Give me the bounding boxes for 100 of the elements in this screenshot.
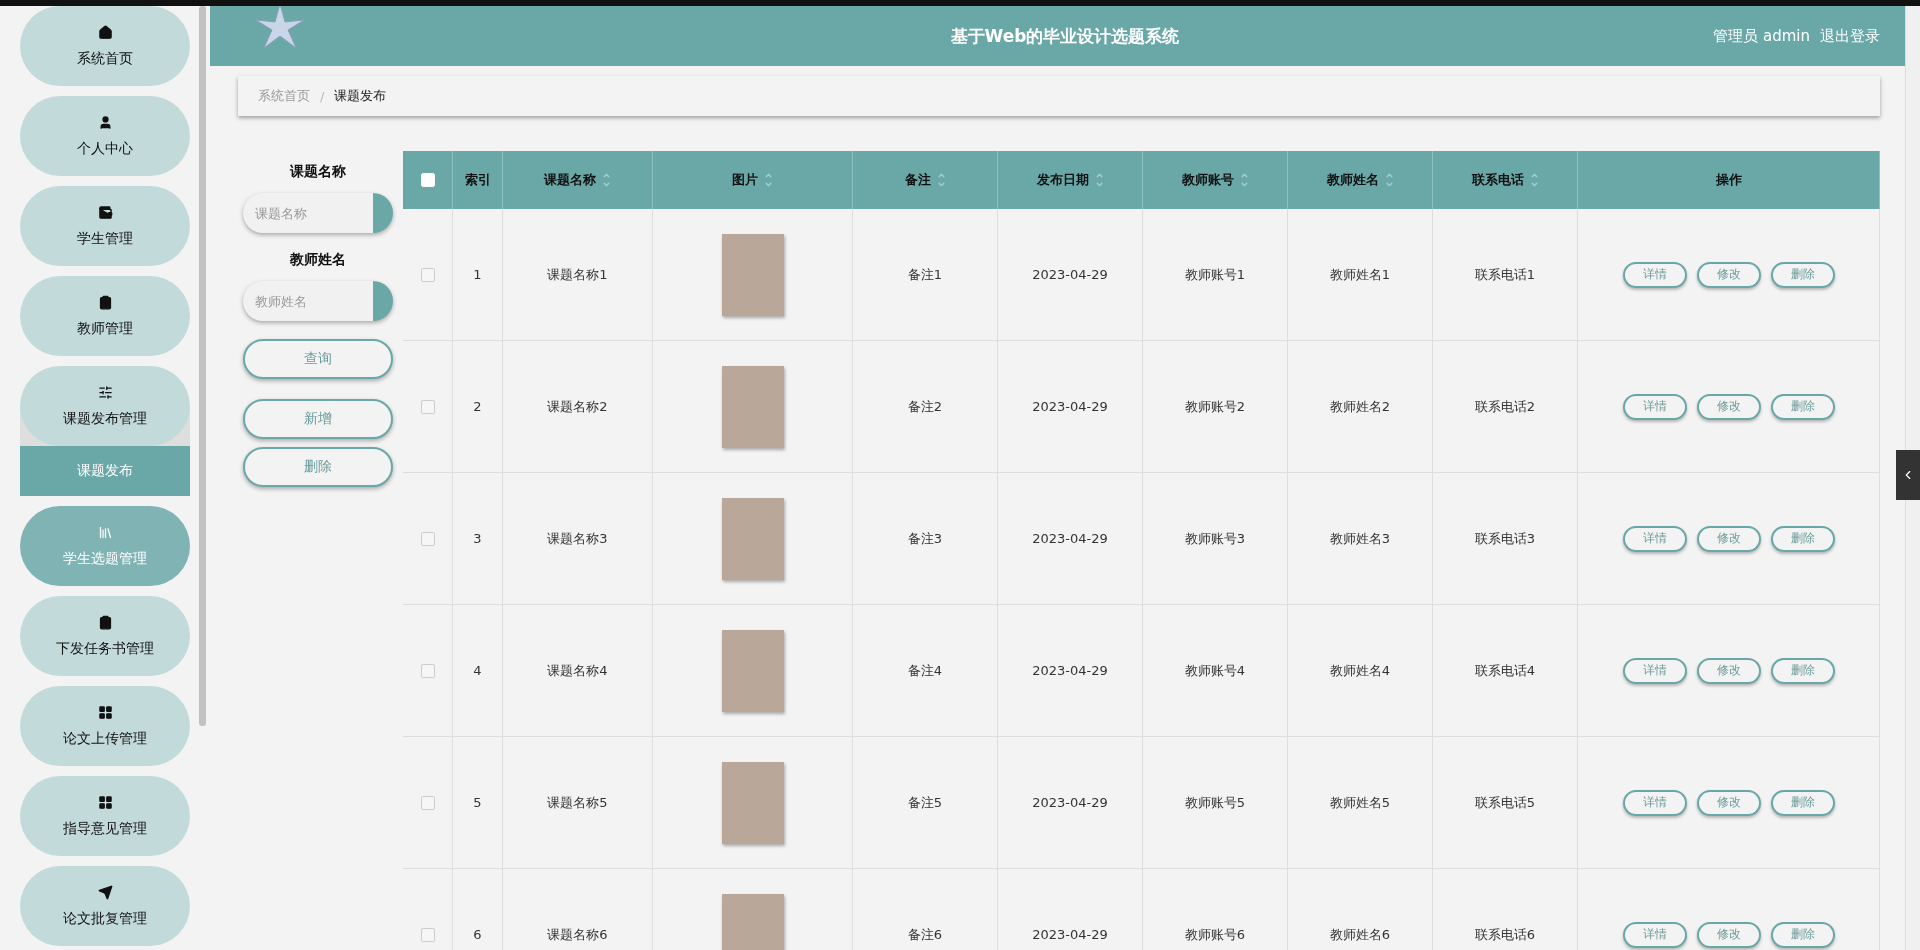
row-action-button[interactable]: 删除 [1770, 657, 1835, 684]
row-checkbox[interactable] [420, 531, 435, 546]
grid-icon [97, 704, 113, 720]
sort-icon[interactable] [1384, 171, 1394, 189]
field-label: 课题名称 [290, 163, 346, 181]
table-cell: 3 [473, 531, 482, 546]
table-cell: 联系电话1 [1474, 265, 1536, 284]
sort-icon[interactable] [936, 171, 946, 189]
app-title: 基于Web的毕业设计选题系统 [950, 24, 1180, 48]
table-cell: 2023-04-29 [1032, 663, 1108, 678]
table-cell: 备注3 [907, 529, 943, 548]
column-header[interactable]: 发布日期 [998, 151, 1143, 209]
sliders-icon [97, 384, 113, 400]
sidebar-item[interactable]: 个人中心 [20, 96, 190, 176]
row-action-button[interactable]: 详情 [1622, 921, 1687, 948]
row-action-button[interactable]: 删除 [1770, 921, 1835, 948]
column-header[interactable]: 备注 [853, 151, 998, 209]
table-cell: 教师账号1 [1184, 265, 1246, 284]
select-all-checkbox[interactable] [420, 173, 435, 187]
table-cell: 教师姓名3 [1329, 529, 1391, 548]
column-header[interactable]: 课题名称 [503, 151, 653, 209]
row-action-button[interactable]: 删除 [1770, 261, 1835, 288]
row-checkbox[interactable] [420, 663, 435, 678]
table-cell: 联系电话5 [1474, 793, 1536, 812]
row-action-button[interactable]: 详情 [1622, 525, 1687, 552]
table-cell: 课题名称6 [547, 925, 608, 944]
column-header[interactable]: 教师姓名 [1288, 151, 1433, 209]
row-action-button[interactable]: 修改 [1696, 393, 1761, 420]
table-cell: 2023-04-29 [1032, 927, 1108, 942]
row-action-button[interactable]: 修改 [1696, 789, 1761, 816]
sidebar-item[interactable]: 系统首页 [20, 6, 190, 86]
logout-link[interactable]: 退出登录 [1820, 26, 1880, 46]
form-button[interactable]: 查询 [243, 339, 393, 379]
column-header[interactable]: 联系电话 [1433, 151, 1578, 209]
table-cell: 教师账号3 [1184, 529, 1246, 548]
sidebar-item[interactable]: 下发任务书管理 [20, 596, 190, 676]
search-field[interactable]: 课题名称 [243, 193, 393, 233]
column-header: 索引 [453, 151, 503, 209]
row-checkbox[interactable] [420, 927, 435, 942]
search-field[interactable]: 教师姓名 [243, 281, 393, 321]
row-action-button[interactable]: 修改 [1696, 657, 1761, 684]
sidebar-item[interactable]: 指导意见管理 [20, 776, 190, 856]
user-icon [97, 114, 113, 130]
table-cell: 教师姓名1 [1329, 265, 1391, 284]
form-button[interactable]: 删除 [243, 447, 393, 487]
wallet-icon [97, 204, 113, 220]
row-action-button[interactable]: 删除 [1770, 525, 1835, 552]
sidebar-item[interactable]: 论文批复管理 [20, 866, 190, 946]
row-action-button[interactable]: 修改 [1696, 921, 1761, 948]
table-cell: 备注4 [907, 661, 943, 680]
row-checkbox[interactable] [420, 795, 435, 810]
sidebar-subitem[interactable]: 课题发布 [20, 446, 190, 496]
sidebar-item[interactable]: 论文上传管理 [20, 686, 190, 766]
table-cell: 教师姓名4 [1329, 661, 1391, 680]
scrollbar[interactable] [1905, 6, 1920, 950]
grid-icon [97, 794, 113, 810]
table-cell: 联系电话3 [1474, 529, 1536, 548]
table-cell: 教师姓名5 [1329, 793, 1391, 812]
table-cell: 教师账号5 [1184, 793, 1246, 812]
row-action-button[interactable]: 删除 [1770, 789, 1835, 816]
table-cell: 4 [473, 663, 482, 678]
column-header[interactable]: 教师账号 [1143, 151, 1288, 209]
table-cell: 联系电话6 [1474, 925, 1536, 944]
breadcrumb-link[interactable]: 课题发布 [334, 87, 387, 105]
sort-icon[interactable] [1529, 171, 1539, 189]
row-action-button[interactable]: 详情 [1622, 393, 1687, 420]
field-label: 教师姓名 [290, 251, 346, 269]
sort-icon[interactable] [602, 171, 611, 189]
column-header: 操作 [1578, 151, 1880, 209]
sidebar-item[interactable]: 课题发布管理 [20, 366, 190, 446]
send-icon [97, 884, 113, 900]
sort-icon[interactable] [1239, 171, 1249, 189]
row-action-button[interactable]: 详情 [1622, 261, 1687, 288]
sidebar-item[interactable]: 学生管理 [20, 186, 190, 266]
sort-icon[interactable] [1094, 171, 1104, 189]
books-icon [97, 524, 113, 540]
breadcrumb-link[interactable]: 系统首页 [258, 87, 310, 105]
row-action-button[interactable]: 修改 [1696, 525, 1761, 552]
row-action-button[interactable]: 详情 [1622, 657, 1687, 684]
table-cell: 备注6 [907, 925, 943, 944]
form-button[interactable]: 新增 [243, 399, 393, 439]
column-header[interactable]: 图片 [653, 151, 853, 209]
row-action-button[interactable]: 修改 [1696, 261, 1761, 288]
sidebar-item[interactable]: 学生选题管理 [20, 506, 190, 586]
photo-placeholder [721, 893, 784, 950]
row-action-button[interactable]: 删除 [1770, 393, 1835, 420]
table-cell: 5 [473, 795, 482, 810]
collapse-tab[interactable] [1896, 450, 1920, 500]
sort-icon[interactable] [764, 171, 773, 189]
row-checkbox[interactable] [420, 399, 435, 414]
table-cell: 课题名称4 [547, 661, 608, 680]
sidebar-item[interactable]: 教师管理 [20, 276, 190, 356]
table-cell: 课题名称1 [547, 265, 608, 284]
row-action-button[interactable]: 详情 [1622, 789, 1687, 816]
breadcrumb-separator: / [320, 88, 325, 104]
scrollbar[interactable] [199, 6, 206, 726]
table-cell: 2 [473, 399, 482, 414]
table-cell: 联系电话2 [1474, 397, 1536, 416]
row-checkbox[interactable] [420, 267, 435, 282]
table-cell: 备注2 [907, 397, 943, 416]
